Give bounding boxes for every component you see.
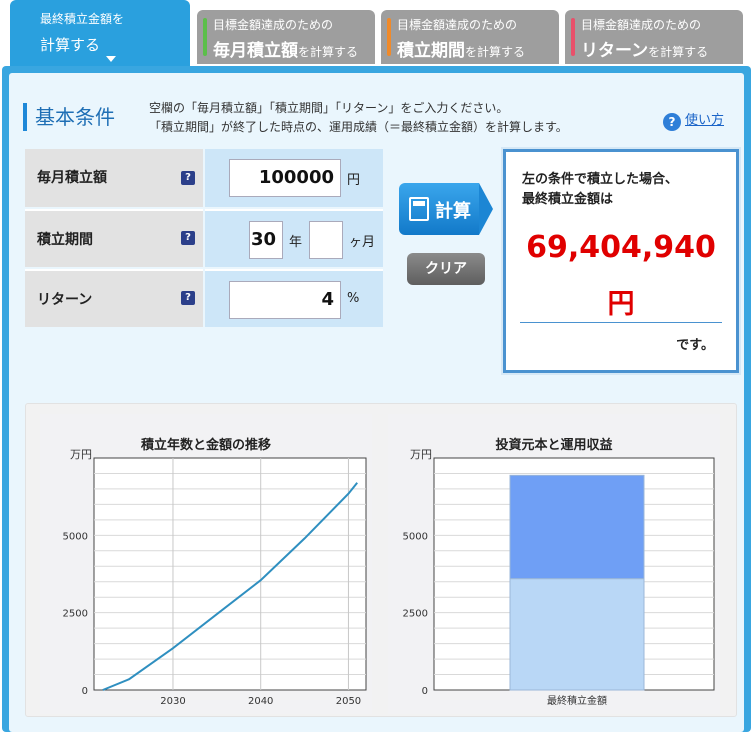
section-description: 空欄の「毎月積立額」「積立期間」「リターン」をご入力ください。 「積立期間」が終… xyxy=(149,99,568,137)
form-row-period: 積立期間 ? 30 年 ヶ月 xyxy=(25,209,383,269)
calculator-inner: 基本条件 空欄の「毎月積立額」「積立期間」「リターン」をご入力ください。 「積立… xyxy=(9,73,744,732)
y-tick-label: 0 xyxy=(422,686,428,697)
calculator-panel: 基本条件 空欄の「毎月積立額」「積立期間」「リターン」をご入力ください。 「積立… xyxy=(2,66,751,732)
period-months-unit: ヶ月 xyxy=(349,235,376,250)
tab-final-amount-subtitle: 計算する xyxy=(40,36,101,54)
calculate-button[interactable]: 計算 xyxy=(399,183,493,235)
calc-mode-tabs: 最終積立金額を 計算する 目標金額達成のための 毎月積立額を計算する 目標金額達… xyxy=(0,0,751,70)
result-yen: 円 xyxy=(607,289,635,320)
breakdown-bar-chart-plot: 0 2500 5000 最終積立金額 xyxy=(403,457,715,707)
form-row-return: リターン ? 4 % xyxy=(25,269,383,329)
result-suffix: です。 xyxy=(676,338,714,353)
result-divider xyxy=(520,322,722,323)
help-link-label: 使い方 xyxy=(685,113,725,128)
tab-return-label: リターンを計算する xyxy=(581,41,709,61)
result-caption-line-1: 左の条件で積立した場合、 xyxy=(522,172,679,187)
calculate-button-arrow xyxy=(479,183,493,235)
x-tick-label: 2050 xyxy=(336,696,361,707)
growth-line-chart: 積立年数と金額の推移 万円 2030 2040 2050 0 2500 5000 xyxy=(40,414,372,714)
growth-line-chart-plot: 2030 2040 2050 0 2500 5000 xyxy=(63,457,367,707)
clear-button[interactable]: クリア xyxy=(407,253,485,285)
period-label: 積立期間 xyxy=(25,209,203,267)
result-caption-line-2: 最終積立金額は xyxy=(522,192,614,207)
monthly-help-icon[interactable]: ? xyxy=(181,171,195,185)
return-cell: 4 % xyxy=(205,269,383,327)
y-tick-label: 2500 xyxy=(63,609,88,620)
tab-return[interactable]: 目標金額達成のための リターンを計算する xyxy=(565,10,743,64)
help-icon: ? xyxy=(663,113,681,131)
tab-monthly-amount-label: 毎月積立額を計算する xyxy=(213,41,359,61)
form-row-monthly: 毎月積立額 ? 100000 円 xyxy=(25,149,383,209)
period-cell: 30 年 ヶ月 xyxy=(205,209,383,267)
y-tick-label: 5000 xyxy=(403,531,428,542)
help-link[interactable]: ? 使い方 xyxy=(663,109,724,131)
return-unit: % xyxy=(347,291,360,306)
description-line-1: 空欄の「毎月積立額」「積立期間」「リターン」をご入力ください。 xyxy=(149,101,509,115)
active-tab-caret-icon xyxy=(106,56,116,62)
tab-final-amount[interactable]: 最終積立金額を 計算する xyxy=(10,0,190,70)
plot-area xyxy=(93,457,367,691)
period-years-unit: 年 xyxy=(289,235,303,250)
calculator-icon xyxy=(409,197,429,221)
tab-color-stripe xyxy=(203,18,207,56)
tab-period[interactable]: 目標金額達成のための 積立期間を計算する xyxy=(381,10,559,64)
result-caption: 左の条件で積立した場合、 最終積立金額は xyxy=(522,170,678,210)
monthly-amount-unit: 円 xyxy=(347,173,361,188)
bar-principal xyxy=(509,578,645,691)
period-years-input[interactable]: 30 xyxy=(249,221,283,259)
calculate-button-label: 計算 xyxy=(435,201,471,222)
monthly-amount-input[interactable]: 100000 xyxy=(229,159,341,197)
return-label: リターン xyxy=(25,269,203,327)
tab-color-stripe xyxy=(571,18,575,56)
result-box: 左の条件で積立した場合、 最終積立金額は 69,404,940 円 です。 xyxy=(503,149,739,373)
tab-period-label: 積立期間を計算する xyxy=(397,41,526,61)
result-amount: 69,404,940 xyxy=(526,230,716,265)
input-form: 毎月積立額 ? 100000 円 積立期間 ? 30 年 ヶ月 リターン ? 4… xyxy=(25,149,383,329)
period-help-icon[interactable]: ? xyxy=(181,231,195,245)
tab-period-sub: 目標金額達成のための xyxy=(397,18,518,32)
return-input[interactable]: 4 xyxy=(229,281,341,319)
monthly-amount-cell: 100000 円 xyxy=(205,149,383,207)
monthly-amount-label: 毎月積立額 xyxy=(25,149,203,207)
tab-monthly-amount-sub: 目標金額達成のための xyxy=(213,18,334,32)
tab-return-sub: 目標金額達成のための xyxy=(581,18,702,32)
tab-color-stripe xyxy=(387,18,391,56)
y-tick-label: 2500 xyxy=(403,609,428,620)
y-tick-label: 5000 xyxy=(63,531,88,542)
breakdown-bar-chart: 投資元本と運用収益 万円 0 2500 5000 最終積立金額 xyxy=(388,414,720,714)
x-tick-label: 2040 xyxy=(248,696,273,707)
charts-area: 積立年数と金額の推移 万円 2030 2040 2050 0 2500 5000 投資元本… xyxy=(25,403,737,717)
x-tick-label: 最終積立金額 xyxy=(547,694,607,707)
x-tick-label: 2030 xyxy=(160,696,185,707)
description-line-2: 「積立期間」が終了した時点の、運用成績（＝最終積立金額）を計算します。 xyxy=(149,120,568,134)
tab-monthly-amount[interactable]: 目標金額達成のための 毎月積立額を計算する xyxy=(197,10,375,64)
bar-returns xyxy=(509,474,645,580)
section-title: 基本条件 xyxy=(23,103,115,131)
return-help-icon[interactable]: ? xyxy=(181,291,195,305)
period-months-input[interactable] xyxy=(309,221,343,259)
y-tick-label: 0 xyxy=(82,686,88,697)
tab-final-amount-title: 最終積立金額を xyxy=(40,12,125,26)
